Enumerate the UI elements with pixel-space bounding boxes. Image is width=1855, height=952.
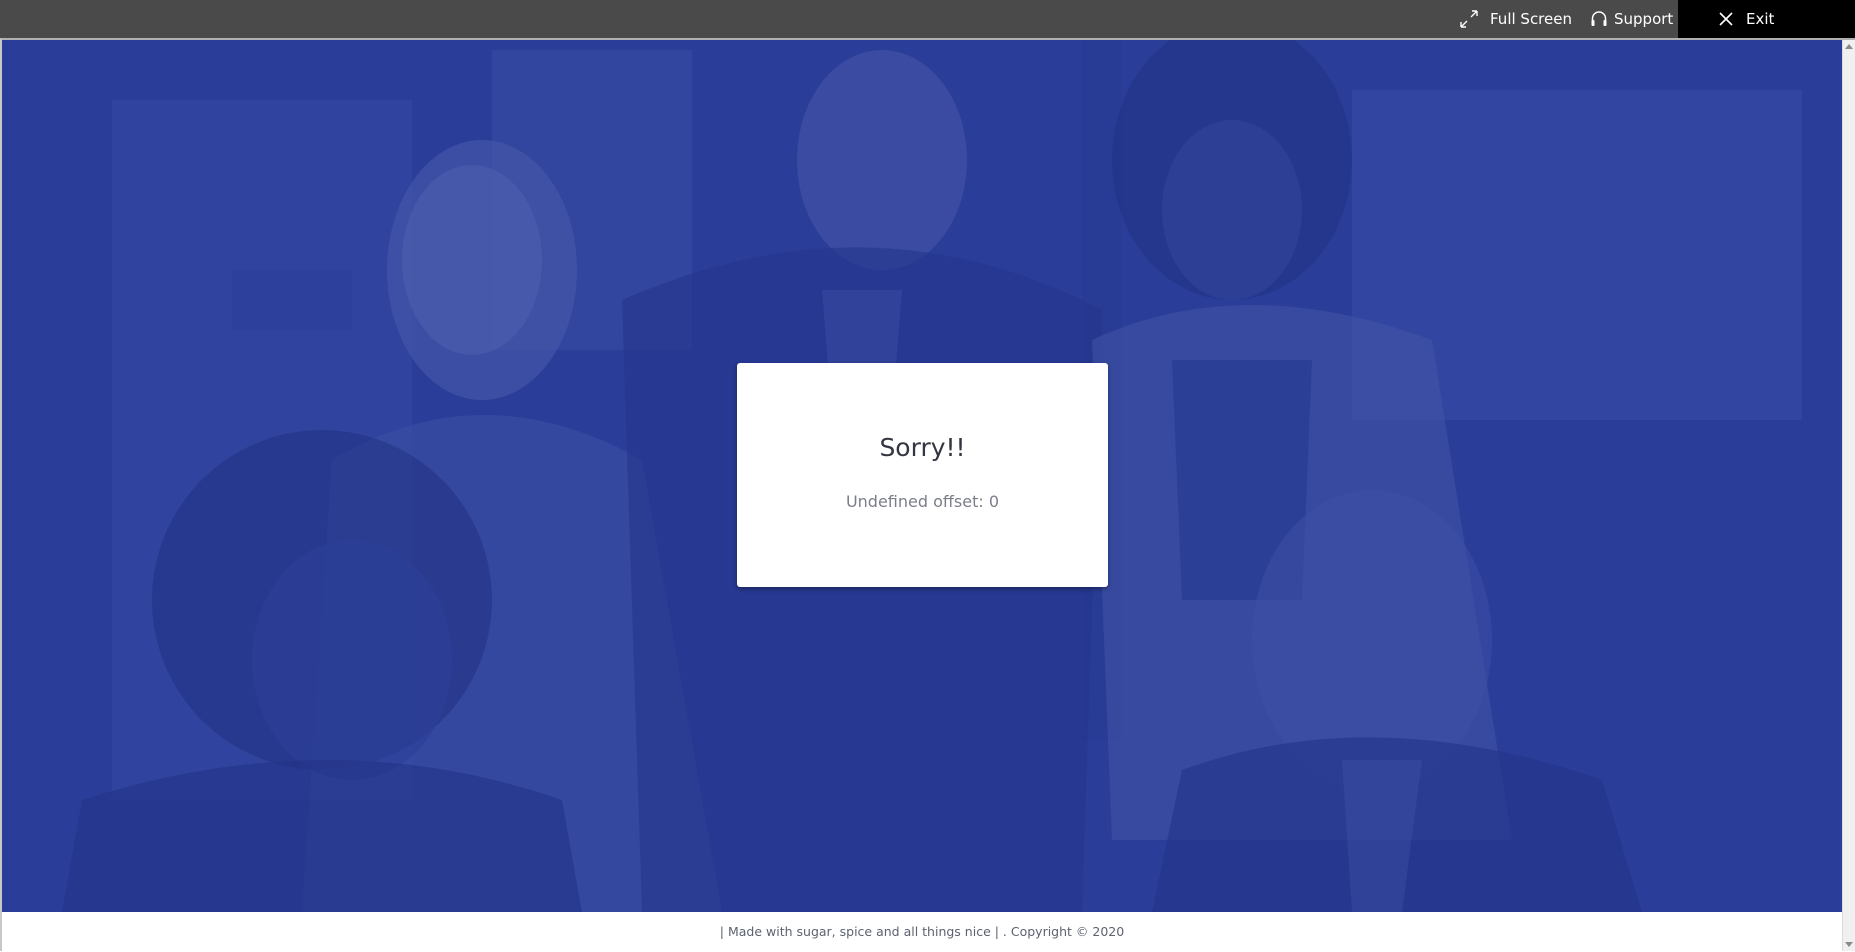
close-icon	[1718, 11, 1746, 27]
expand-arrows-icon	[1460, 10, 1490, 28]
support-button[interactable]: Support	[1590, 0, 1673, 38]
scroll-down-arrow-icon[interactable]	[1845, 942, 1853, 947]
error-dialog: Sorry!! Undefined offset: 0	[737, 363, 1108, 587]
footer: | Made with sugar, spice and all things …	[2, 912, 1842, 951]
support-label: Support	[1614, 10, 1674, 28]
dialog-message: Undefined offset: 0	[845, 492, 1000, 511]
dialog-title: Sorry!!	[879, 433, 966, 462]
top-bar: Full Screen Support Exit	[0, 0, 1855, 38]
scroll-up-arrow-icon[interactable]	[1845, 44, 1853, 49]
footer-text: | Made with sugar, spice and all things …	[719, 924, 1125, 939]
headset-icon	[1590, 10, 1614, 28]
vertical-scrollbar[interactable]	[1842, 40, 1855, 951]
exit-button[interactable]: Exit	[1678, 0, 1855, 38]
fullscreen-label: Full Screen	[1490, 10, 1572, 28]
fullscreen-button[interactable]: Full Screen	[1460, 0, 1572, 38]
exit-label: Exit	[1746, 10, 1775, 28]
